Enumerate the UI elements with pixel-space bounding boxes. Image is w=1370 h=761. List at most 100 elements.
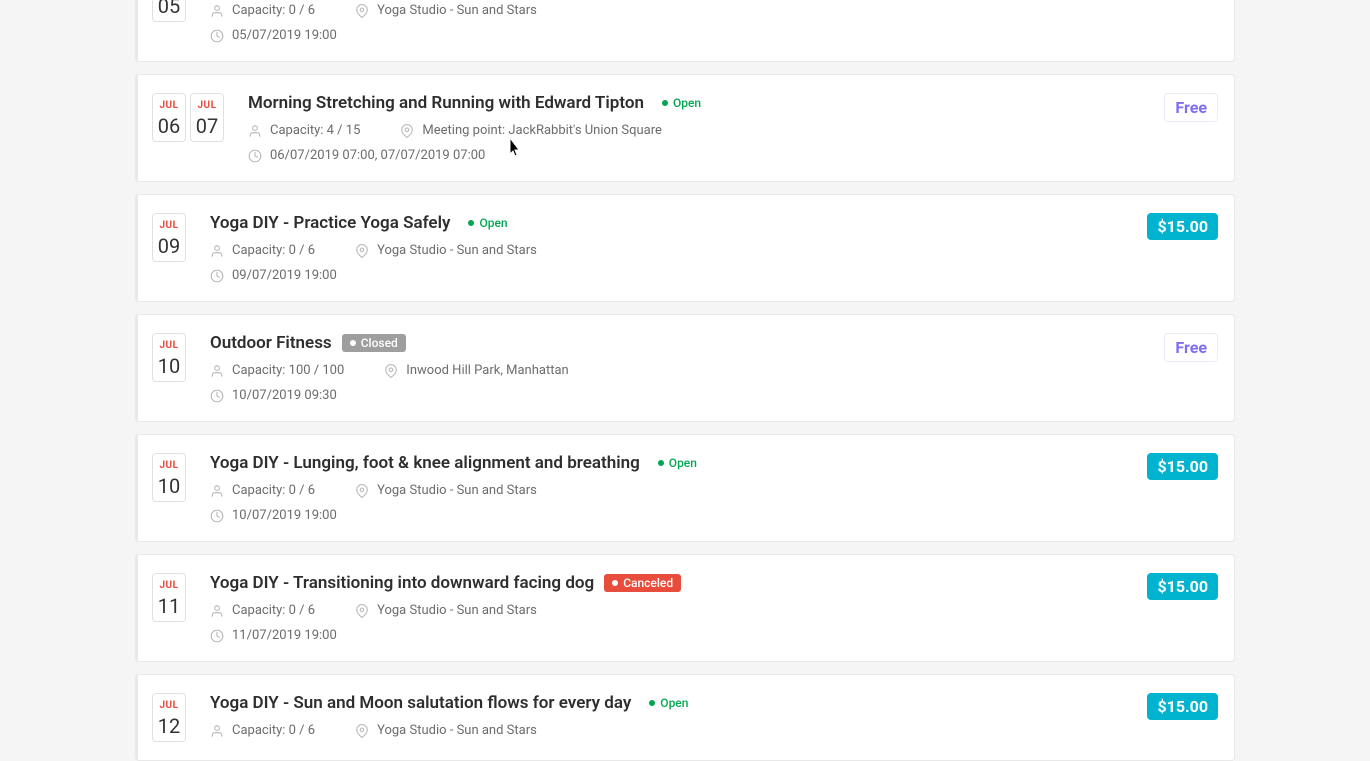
pin-icon (400, 124, 414, 138)
event-card[interactable]: JUL 12 Yoga DIY - Sun and Moon salutation … (135, 674, 1235, 761)
date-month: JUL (153, 100, 185, 111)
date-day: 12 (153, 715, 185, 737)
event-title[interactable]: Yoga DIY - Transitioning into downward f… (210, 573, 594, 593)
date-month: JUL (153, 340, 185, 351)
date-box: JUL06 (152, 93, 186, 142)
title-row: Yoga DIY - Practice Yoga Safely Open (210, 213, 1123, 233)
events-list: JUL05Yoga DIY - Sun and Moon salutation … (135, 0, 1235, 761)
status-badge: Closed (342, 334, 406, 352)
pin-icon (384, 364, 398, 378)
capacity-item: Capacity: 0 / 6 (210, 603, 315, 618)
date-month: JUL (153, 220, 185, 231)
event-title[interactable]: Morning Stretching and Running with Edwa… (248, 93, 644, 113)
price-column: $15.00 (1147, 213, 1218, 240)
date-box: JUL07 (190, 93, 224, 142)
event-title[interactable]: Yoga DIY - Practice Yoga Safely (210, 213, 450, 233)
meta-row: 11/07/2019 19:00 (210, 628, 1123, 643)
date-box: JUL11 (152, 573, 186, 622)
location-item: Yoga Studio - Sun and Stars (355, 603, 537, 618)
location-text: Yoga Studio - Sun and Stars (377, 243, 537, 258)
time-item: 06/07/2019 07:00, 07/07/2019 07:00 (248, 148, 485, 163)
date-column: JUL 12 (152, 693, 186, 742)
title-row: Yoga DIY - Sun and Moon salutation flows… (210, 693, 1123, 713)
price-column: $15.00 (1147, 693, 1218, 720)
status-badge: Open (650, 454, 705, 472)
date-month: JUL (191, 100, 223, 111)
capacity-text: Capacity: 0 / 6 (232, 603, 315, 618)
meta-row: 10/07/2019 09:30 (210, 388, 1140, 403)
event-card[interactable]: JUL09 Yoga DIY - Practice Yoga Safely Open… (135, 194, 1235, 302)
clock-icon (210, 29, 224, 43)
event-body: Yoga DIY - Practice Yoga Safely Open Capac… (210, 213, 1123, 283)
meta-row: Capacity: 0 / 6 Yoga Studio - Sun and Sta… (210, 243, 1123, 258)
event-title[interactable]: Yoga DIY - Sun and Moon salutation flows… (210, 693, 631, 713)
status-dot-icon (468, 220, 474, 226)
location-text: Meeting point: JackRabbit's Union Square (422, 123, 661, 138)
date-day: 10 (153, 355, 185, 377)
capacity-text: Capacity: 100 / 100 (232, 363, 344, 378)
meta-row: Capacity: 100 / 100 Inwood Hill Park, Man… (210, 363, 1140, 378)
event-body: Outdoor Fitness Closed Capacity: 100 / 100… (210, 333, 1140, 403)
date-month: JUL (153, 580, 185, 591)
price-column: Free (1164, 333, 1218, 362)
price-badge: $15.00 (1147, 213, 1218, 240)
location-item: Yoga Studio - Sun and Stars (355, 483, 537, 498)
status-text: Open (660, 696, 688, 710)
person-icon (210, 364, 224, 378)
event-card[interactable]: JUL06JUL07 Morning Stretching and Running… (135, 74, 1235, 182)
event-card[interactable]: JUL10 Yoga DIY - Lunging, foot & knee ali… (135, 434, 1235, 542)
title-row: Yoga DIY - Lunging, foot & knee alignmen… (210, 453, 1123, 473)
date-column: JUL 10 (152, 333, 186, 382)
location-item: Yoga Studio - Sun and Stars (355, 723, 537, 738)
event-body: Yoga DIY - Sun and Moon salutation flows… (210, 0, 1123, 43)
price-column: $15.00 (1147, 573, 1218, 600)
person-icon (210, 244, 224, 258)
event-card[interactable]: JUL11 Yoga DIY - Transitioning into downw… (135, 554, 1235, 662)
time-text: 06/07/2019 07:00, 07/07/2019 07:00 (270, 148, 485, 163)
date-box: JUL10 (152, 453, 186, 502)
pin-icon (355, 484, 369, 498)
clock-icon (210, 629, 224, 643)
time-item: 09/07/2019 19:00 (210, 268, 337, 283)
meta-row: Capacity: 0 / 6 Yoga Studio - Sun and Sta… (210, 723, 1123, 738)
status-dot-icon (658, 460, 664, 466)
clock-icon (210, 269, 224, 283)
capacity-item: Capacity: 0 / 6 (210, 723, 315, 738)
meta-row: 05/07/2019 19:00 (210, 28, 1123, 43)
status-badge: Open (460, 214, 515, 232)
pin-icon (355, 4, 369, 18)
location-item: Meeting point: JackRabbit's Union Square (400, 123, 661, 138)
date-column: JUL05 (152, 0, 186, 22)
price-column: Free (1164, 93, 1218, 122)
capacity-item: Capacity: 0 / 6 (210, 243, 315, 258)
price-badge: $15.00 (1147, 453, 1218, 480)
event-title[interactable]: Outdoor Fitness (210, 333, 332, 353)
time-text: 10/07/2019 19:00 (232, 508, 337, 523)
event-title[interactable]: Yoga DIY - Lunging, foot & knee alignmen… (210, 453, 640, 473)
date-column: JUL06JUL07 (152, 93, 224, 142)
location-text: Yoga Studio - Sun and Stars (377, 483, 537, 498)
pin-icon (355, 604, 369, 618)
clock-icon (210, 509, 224, 523)
date-column: JUL10 (152, 453, 186, 502)
status-badge: Open (654, 94, 709, 112)
time-text: 10/07/2019 09:30 (232, 388, 337, 403)
status-text: Open (669, 456, 697, 470)
title-row: Outdoor Fitness Closed (210, 333, 1140, 353)
event-card[interactable]: JUL05 Yoga DIY - Sun and Moon salutation … (135, 0, 1235, 62)
location-text: Inwood Hill Park, Manhattan (406, 363, 568, 378)
status-dot-icon (612, 580, 618, 586)
location-text: Yoga Studio - Sun and Stars (377, 3, 537, 18)
person-icon (210, 4, 224, 18)
date-day: 05 (153, 0, 185, 17)
date-box: JUL09 (152, 213, 186, 262)
status-text: Closed (361, 336, 398, 350)
status-badge: Canceled (604, 574, 681, 592)
clock-icon (248, 149, 262, 163)
event-body: Yoga DIY - Lunging, foot & knee alignmen… (210, 453, 1123, 523)
date-month: JUL (153, 700, 185, 711)
status-dot-icon (649, 700, 655, 706)
capacity-item: Capacity: 100 / 100 (210, 363, 344, 378)
meta-row: Capacity: 4 / 15Meeting point: JackRabbi… (248, 123, 1140, 138)
event-card[interactable]: JUL 10 Outdoor Fitness Closed Capacity: 100 … (135, 314, 1235, 422)
